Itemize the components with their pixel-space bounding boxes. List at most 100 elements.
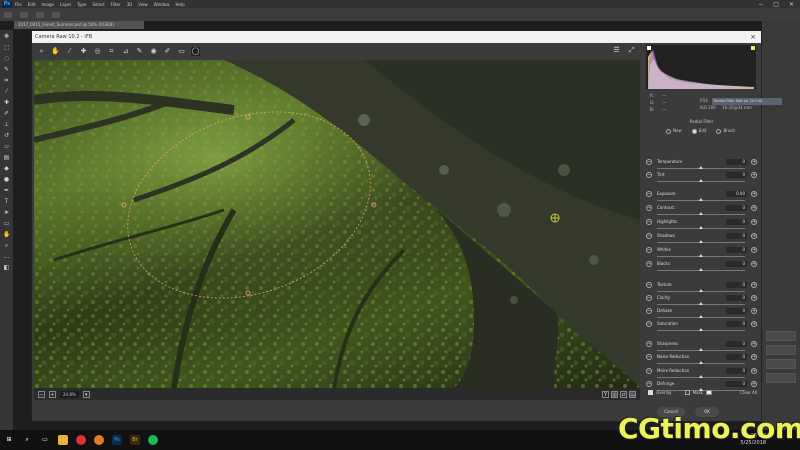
decrease-icon[interactable]: − — [646, 321, 652, 327]
healing-tool-icon[interactable]: ✚ — [3, 99, 10, 106]
color-swatches-icon[interactable]: ◧ — [3, 264, 10, 271]
open-preferences-icon[interactable]: ☰ — [612, 46, 621, 55]
minimize-button[interactable]: − — [758, 1, 763, 8]
slider-thumb[interactable] — [699, 361, 703, 364]
dodge-tool-icon[interactable]: ● — [3, 176, 10, 183]
layer-thumbnail[interactable] — [766, 345, 796, 355]
slider-thumb[interactable] — [699, 348, 703, 351]
decrease-icon[interactable]: − — [646, 282, 652, 288]
slider-thumb[interactable] — [699, 289, 703, 292]
slider-thumb[interactable] — [699, 212, 703, 215]
targeted-adjust-icon[interactable]: ◎ — [93, 47, 102, 56]
decrease-icon[interactable]: − — [646, 191, 652, 197]
close-dialog-button[interactable]: × — [750, 31, 756, 43]
increase-icon[interactable]: + — [751, 191, 757, 197]
slider-value-field[interactable]: 0 — [726, 205, 747, 211]
mask-checkbox[interactable] — [684, 389, 690, 395]
photo-preview[interactable] — [34, 60, 640, 388]
menu-view[interactable]: View — [138, 2, 148, 7]
option-toggle[interactable] — [20, 11, 28, 18]
slider-thumb[interactable] — [699, 166, 703, 169]
slider-value-field[interactable]: 0 — [726, 354, 747, 360]
swap-settings-icon[interactable]: ⇄ — [620, 390, 627, 398]
radial-filter-icon[interactable]: ◯ — [191, 47, 200, 56]
slider-thumb[interactable] — [699, 315, 703, 318]
increase-icon[interactable]: + — [751, 261, 757, 267]
slider-value-field[interactable]: 0 — [726, 321, 747, 327]
white-balance-icon[interactable]: ⁄ — [65, 47, 74, 56]
slider-value-field[interactable]: 0 — [726, 233, 747, 239]
zoom-dropdown-icon[interactable]: ▾ — [82, 390, 90, 398]
overlay-checkbox[interactable] — [648, 389, 653, 395]
clear-all-button[interactable]: Clear All — [740, 390, 757, 395]
lasso-tool-icon[interactable]: ◌ — [3, 55, 10, 62]
increase-icon[interactable]: + — [751, 247, 757, 253]
hand-tool-icon[interactable]: ✋ — [3, 231, 10, 238]
photoshop-icon[interactable]: Ps — [112, 435, 122, 445]
eyedropper-tool-icon[interactable]: ⁄ — [3, 88, 10, 95]
menu-file[interactable]: File — [15, 2, 22, 7]
increase-icon[interactable]: + — [751, 282, 757, 288]
file-explorer-icon[interactable] — [58, 435, 68, 445]
slider-value-field[interactable]: 0 — [726, 368, 747, 374]
layer-thumbnail[interactable] — [766, 359, 796, 369]
increase-icon[interactable]: + — [751, 172, 757, 178]
close-window-button[interactable]: ✕ — [789, 1, 794, 8]
document-tab[interactable]: 2017_0015_Forest_Summer.psd @ 50% (RGB/8… — [14, 21, 144, 29]
stamp-tool-icon[interactable]: ⊥ — [3, 121, 10, 128]
decrease-icon[interactable]: − — [646, 247, 652, 253]
slider-thumb[interactable] — [699, 240, 703, 243]
chrome-icon[interactable] — [76, 435, 86, 445]
decrease-icon[interactable]: − — [646, 261, 652, 267]
slider-value-field[interactable]: 0 — [726, 308, 747, 314]
path-select-tool-icon[interactable]: ➤ — [3, 209, 10, 216]
blur-tool-icon[interactable]: ◆ — [3, 165, 10, 172]
layer-thumbnail[interactable] — [766, 373, 796, 383]
full-screen-icon[interactable]: ⤢ — [627, 46, 636, 55]
history-brush-tool-icon[interactable]: ↺ — [3, 132, 10, 139]
increase-icon[interactable]: + — [751, 368, 757, 374]
hand-icon[interactable]: ✋ — [51, 47, 60, 56]
color-sampler-icon[interactable]: ✚ — [79, 47, 88, 56]
slider-value-field[interactable]: 0 — [726, 261, 747, 267]
menu-image[interactable]: Image — [41, 2, 54, 7]
highlight-clipping-indicator[interactable] — [751, 46, 755, 50]
slider-thumb[interactable] — [699, 302, 703, 305]
increase-icon[interactable]: + — [751, 295, 757, 301]
eraser-tool-icon[interactable]: ▱ — [3, 143, 10, 150]
decrease-icon[interactable]: − — [646, 159, 652, 165]
slider-value-field[interactable]: 0 — [726, 219, 747, 225]
zoom-out-button[interactable]: − — [38, 390, 45, 398]
spotify-icon[interactable] — [148, 435, 158, 445]
gradient-tool-icon[interactable]: ▤ — [3, 154, 10, 161]
slider-thumb[interactable] — [699, 198, 703, 201]
menu-layer[interactable]: Layer — [60, 2, 71, 7]
bridge-icon[interactable]: Br — [130, 435, 140, 445]
decrease-icon[interactable]: − — [646, 205, 652, 211]
marquee-tool-icon[interactable]: ⬚ — [3, 44, 10, 51]
menu-help[interactable]: Help — [175, 2, 184, 7]
task-view-icon[interactable]: ▭ — [40, 435, 50, 445]
decrease-icon[interactable]: − — [646, 341, 652, 347]
slider-thumb[interactable] — [699, 328, 703, 331]
increase-icon[interactable]: + — [751, 233, 757, 239]
slider-value-field[interactable]: 0 — [726, 341, 747, 347]
graduated-filter-icon[interactable]: ▭ — [177, 47, 186, 56]
firefox-icon[interactable] — [94, 435, 104, 445]
slider-thumb[interactable] — [699, 179, 703, 182]
slider-value-field[interactable]: 0 — [726, 282, 747, 288]
zoom-tool-icon[interactable]: ⌕ — [3, 242, 10, 249]
decrease-icon[interactable]: − — [646, 295, 652, 301]
increase-icon[interactable]: + — [751, 308, 757, 314]
more-tools-icon[interactable]: … — [3, 253, 10, 260]
menu-select[interactable]: Select — [92, 2, 104, 7]
mask-color-swatch[interactable] — [705, 389, 712, 395]
decrease-icon[interactable]: − — [646, 368, 652, 374]
layer-thumbnail[interactable] — [766, 331, 796, 341]
slider-thumb[interactable] — [699, 254, 703, 257]
increase-icon[interactable]: + — [751, 159, 757, 165]
spot-removal-icon[interactable]: ✎ — [135, 47, 144, 56]
mode-edit[interactable]: Edit — [691, 128, 706, 134]
slider-value-field[interactable]: 0 — [726, 247, 747, 253]
quick-select-tool-icon[interactable]: ✎ — [3, 66, 10, 73]
